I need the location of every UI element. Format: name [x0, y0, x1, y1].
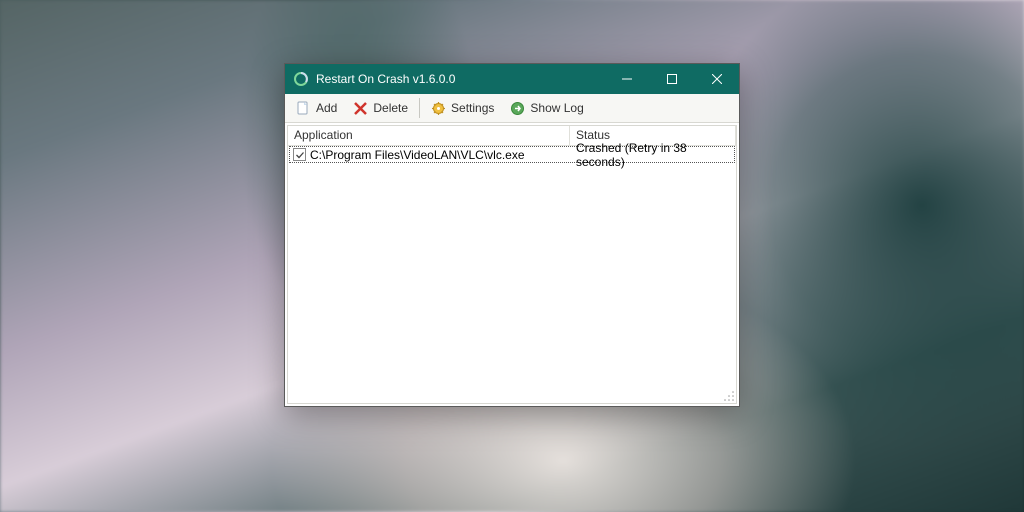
maximize-button[interactable] — [649, 64, 694, 94]
app-window: Restart On Crash v1.6.0.0 Add Delete — [284, 63, 740, 407]
row-application-cell: C:\Program Files\VideoLAN\VLC\vlc.exe — [290, 148, 570, 162]
showlog-label: Show Log — [530, 101, 583, 115]
application-list: Application Status C:\Program Files\Vide… — [287, 125, 737, 404]
window-title: Restart On Crash v1.6.0.0 — [316, 72, 604, 86]
titlebar[interactable]: Restart On Crash v1.6.0.0 — [285, 64, 739, 94]
row-status-cell: Crashed (Retry in 38 seconds) — [570, 141, 734, 169]
settings-icon — [431, 101, 446, 116]
table-row[interactable]: C:\Program Files\VideoLAN\VLC\vlc.exe Cr… — [289, 146, 735, 163]
settings-button[interactable]: Settings — [423, 96, 502, 120]
add-label: Add — [316, 101, 337, 115]
settings-label: Settings — [451, 101, 494, 115]
log-icon — [510, 101, 525, 116]
row-application-path: C:\Program Files\VideoLAN\VLC\vlc.exe — [310, 148, 525, 162]
window-controls — [604, 64, 739, 94]
delete-label: Delete — [373, 101, 408, 115]
add-icon — [296, 101, 311, 116]
resize-grip[interactable] — [721, 388, 735, 402]
toolbar: Add Delete Settings Show Log — [285, 94, 739, 123]
delete-icon — [353, 101, 368, 116]
row-checkbox[interactable] — [293, 148, 306, 161]
showlog-button[interactable]: Show Log — [502, 96, 591, 120]
toolbar-separator — [419, 98, 420, 118]
delete-button[interactable]: Delete — [345, 96, 416, 120]
app-icon — [293, 71, 309, 87]
column-header-application[interactable]: Application — [288, 126, 570, 146]
close-button[interactable] — [694, 64, 739, 94]
minimize-button[interactable] — [604, 64, 649, 94]
add-button[interactable]: Add — [288, 96, 345, 120]
